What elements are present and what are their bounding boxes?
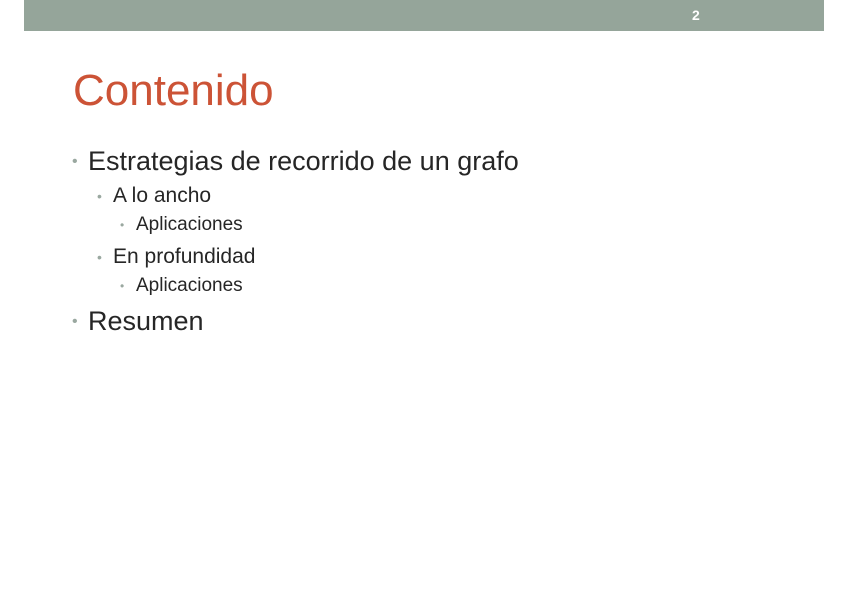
bullet-item: • Estrategias de recorrido de un grafo xyxy=(72,145,519,177)
bullet-text: Aplicaciones xyxy=(136,214,243,235)
bullet-text: A lo ancho xyxy=(113,184,212,207)
bullet-text: Aplicaciones xyxy=(136,275,243,296)
bullet-icon: • xyxy=(72,313,78,330)
bullet-item: • En profundidad xyxy=(97,244,256,270)
bullet-text: Resumen xyxy=(88,306,204,336)
bullet-text: En profundidad xyxy=(113,245,256,268)
bullet-icon: • xyxy=(72,153,78,170)
bullet-icon: • xyxy=(97,188,102,204)
bullet-icon: • xyxy=(120,279,125,293)
bullet-icon: • xyxy=(97,249,102,265)
bullet-list: • Estrategias de recorrido de un grafo •… xyxy=(0,0,848,599)
bullet-icon: • xyxy=(120,218,125,232)
bullet-text: Estrategias de recorrido de un grafo xyxy=(88,146,519,176)
bullet-item: • A lo ancho xyxy=(97,183,212,209)
bullet-item: • Aplicaciones xyxy=(120,213,243,237)
bullet-item: • Resumen xyxy=(72,305,204,337)
bullet-item: • Aplicaciones xyxy=(120,274,243,298)
